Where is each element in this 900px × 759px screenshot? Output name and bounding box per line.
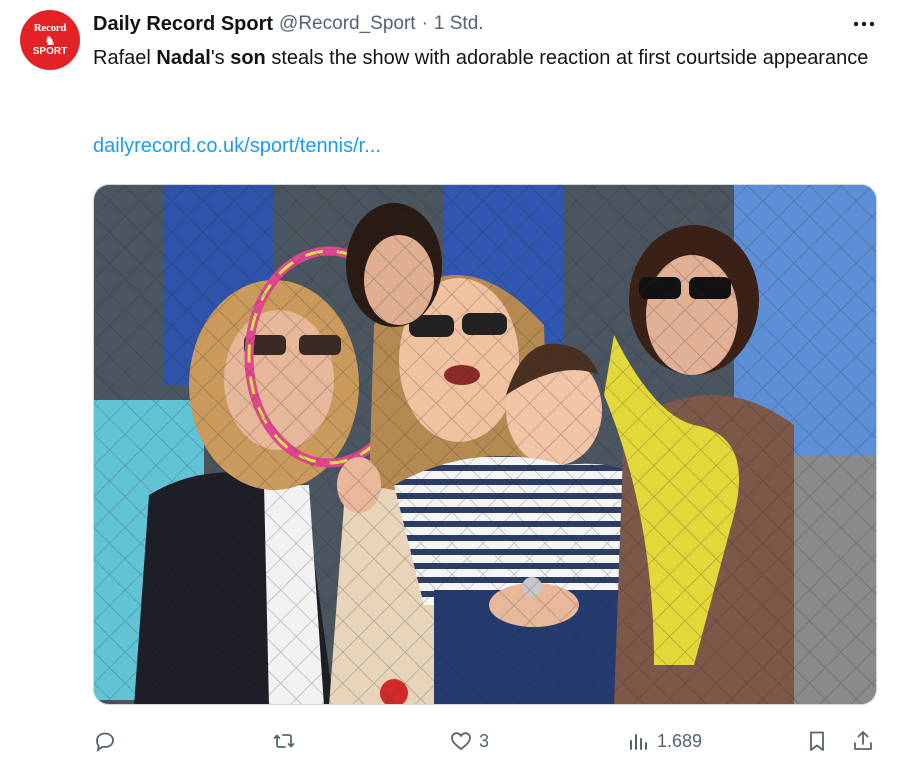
action-bar: 3 1.689 (93, 726, 883, 756)
tweet-text-bold: son (230, 47, 266, 69)
tweet-header: Daily Record Sport @Record_Sport · 1 Std… (93, 11, 880, 37)
reply-button[interactable] (93, 726, 123, 756)
share-icon (854, 731, 872, 750)
author-handle[interactable]: @Record_Sport (279, 13, 416, 35)
article-link[interactable]: dailyrecord.co.uk/sport/tennis/r... (93, 135, 381, 158)
tweet-text-part: steals the show with adorable reaction a… (265, 47, 869, 69)
tweet-text-bold: Nadal (156, 47, 211, 69)
views-button[interactable]: 1.689 (627, 726, 702, 756)
bookmark-icon (810, 731, 824, 751)
heart-icon (451, 732, 471, 750)
tweet-text-part: Rafael (93, 47, 157, 69)
retweet-button[interactable] (272, 726, 302, 756)
tweet-photo[interactable] (93, 184, 877, 705)
separator: · (421, 13, 428, 34)
share-button[interactable] (851, 726, 875, 756)
like-button[interactable]: 3 (449, 726, 489, 756)
author-name[interactable]: Daily Record Sport (93, 13, 273, 36)
tweet-text: Rafael Nadal's son steals the show with … (93, 43, 883, 73)
timestamp[interactable]: 1 Std. (434, 13, 484, 35)
retweet-icon (273, 734, 295, 748)
more-icon (853, 21, 875, 27)
avatar-text-bottom: SPORT (32, 46, 68, 57)
bookmark-button[interactable] (805, 726, 829, 756)
tweet-text-part: 's (210, 47, 231, 69)
like-count: 3 (479, 730, 490, 751)
views-count: 1.689 (657, 730, 703, 751)
more-button[interactable] (848, 11, 880, 37)
views-icon (630, 734, 647, 750)
photo-illustration (94, 185, 876, 704)
reply-icon (96, 732, 114, 753)
avatar[interactable]: Record ♞ SPORT (20, 10, 80, 70)
